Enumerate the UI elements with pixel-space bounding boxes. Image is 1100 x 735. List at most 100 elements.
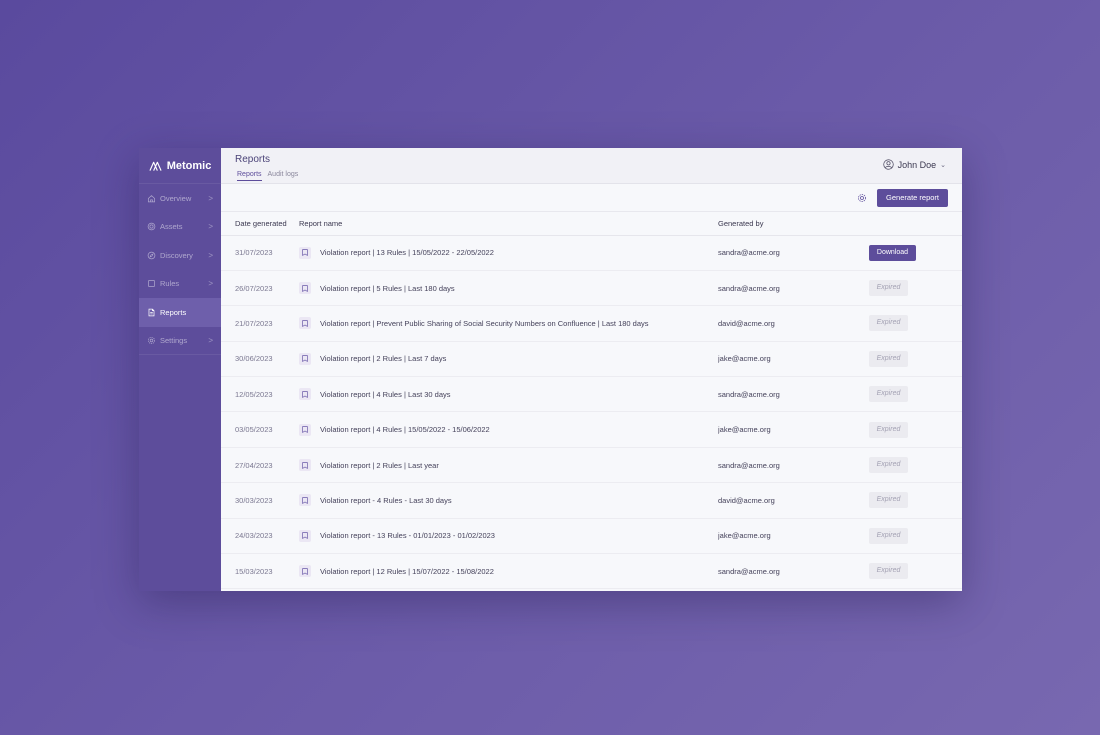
column-header-generated-by: Generated by [718, 212, 869, 236]
sidebar-item-discovery[interactable]: Discovery > [139, 241, 221, 270]
bookmark-icon [299, 459, 311, 472]
expired-badge: Expired [869, 421, 908, 438]
row-date: 31/07/2023 [221, 235, 299, 271]
row-action: Expired [869, 305, 962, 342]
sidebar-item-label: Settings [160, 335, 188, 345]
expired-badge: Expired [869, 350, 908, 367]
report-name-text[interactable]: Violation report | 4 Rules | 15/05/2022 … [320, 425, 490, 434]
expired-badge: Expired [869, 315, 908, 332]
row-report-name: Violation report | 12 Rules | 15/07/2022… [299, 553, 718, 590]
table-row: 26/07/2023 Violation report | 5 Rules | L… [221, 270, 962, 307]
compass-icon [147, 251, 156, 260]
expired-badge: Expired [869, 457, 908, 474]
document-icon [147, 308, 156, 317]
row-action: Expired [869, 518, 962, 555]
row-report-name: Violation report - 4 Rules - Last 30 day… [299, 482, 718, 519]
bookmark-icon [299, 423, 311, 436]
settings-gear-icon[interactable] [857, 193, 867, 203]
sidebar-item-overview[interactable]: Overview > [139, 184, 221, 213]
report-name-text[interactable]: Violation report - 13 Rules - 01/01/2023… [320, 531, 495, 540]
row-date: 27/04/2023 [221, 447, 299, 484]
user-name: John Doe [897, 159, 937, 170]
row-generated-by: jake@acme.org [718, 411, 869, 448]
expired-badge: Expired [869, 386, 908, 403]
row-action: Expired [869, 553, 962, 590]
brand-name: Metomic [166, 159, 212, 172]
table-row: 31/07/2023 Violation report | 13 Rules | … [221, 235, 962, 271]
row-action: Expired [869, 411, 962, 448]
chevron-down-icon: ⌄ [940, 161, 946, 169]
row-report-name: Violation report | 13 Rules | 15/05/2022… [299, 235, 718, 271]
row-action: Download [869, 235, 962, 271]
reports-table: Date generated Report name Generated by … [221, 212, 962, 590]
toolbar: Generate report [221, 184, 962, 212]
row-action: Expired [869, 447, 962, 484]
row-date: 12/05/2023 [221, 376, 299, 413]
bookmark-icon [299, 317, 311, 330]
user-menu[interactable]: John Doe ⌄ [882, 159, 946, 170]
table-row: 03/05/2023 Violation report | 4 Rules | 1… [221, 411, 962, 448]
row-date: 24/03/2023 [221, 518, 299, 555]
column-header-action [869, 212, 962, 236]
sidebar-item-label: Discovery [160, 250, 193, 260]
subtabs: Reports Audit logs [237, 171, 298, 181]
row-generated-by: sandra@acme.org [718, 270, 869, 307]
row-generated-by: sandra@acme.org [718, 553, 869, 590]
row-report-name: Violation report | 4 Rules | 15/05/2022 … [299, 411, 718, 448]
row-report-name: Violation report | 5 Rules | Last 180 da… [299, 270, 718, 307]
chevron-right-icon: > [208, 335, 213, 345]
row-date: 03/05/2023 [221, 411, 299, 448]
brand-logo[interactable]: Metomic [139, 148, 221, 184]
expired-badge: Expired [869, 280, 908, 297]
main-content: Reports Reports Audit logs John Doe ⌄ Ge… [221, 148, 962, 591]
tab-reports[interactable]: Reports [237, 171, 262, 181]
report-name-text[interactable]: Violation report - 4 Rules - Last 30 day… [320, 496, 452, 505]
report-name-text[interactable]: Violation report | 2 Rules | Last 7 days [320, 354, 446, 363]
tab-audit-logs[interactable]: Audit logs [268, 171, 299, 181]
bookmark-icon [299, 494, 311, 507]
expired-badge: Expired [869, 563, 908, 580]
row-report-name: Violation report - 13 Rules - 01/01/2023… [299, 518, 718, 555]
table-header-row: Date generated Report name Generated by [221, 212, 962, 236]
user-avatar-icon [882, 159, 894, 170]
sidebar-item-settings[interactable]: Settings > [139, 327, 221, 355]
sidebar-item-reports[interactable]: Reports [139, 298, 221, 327]
report-name-text[interactable]: Violation report | 13 Rules | 15/05/2022… [320, 248, 494, 257]
row-report-name: Violation report | 2 Rules | Last year [299, 447, 718, 484]
row-date: 30/03/2023 [221, 482, 299, 519]
chevron-right-icon: > [208, 222, 213, 232]
bookmark-icon [299, 388, 311, 401]
report-name-text[interactable]: Violation report | 5 Rules | Last 180 da… [320, 284, 455, 293]
table-row: 24/03/2023 Violation report - 13 Rules - … [221, 518, 962, 555]
report-name-text[interactable]: Violation report | Prevent Public Sharin… [320, 319, 649, 328]
row-generated-by: sandra@acme.org [718, 376, 869, 413]
bookmark-icon [299, 352, 311, 365]
sidebar-item-label: Overview [160, 193, 192, 203]
download-button[interactable]: Download [869, 244, 916, 261]
row-action: Expired [869, 376, 962, 413]
expired-badge: Expired [869, 492, 908, 509]
report-name-text[interactable]: Violation report | 2 Rules | Last year [320, 461, 439, 470]
expired-badge: Expired [869, 527, 908, 544]
table-row: 15/03/2023 Violation report | 12 Rules | … [221, 553, 962, 590]
sidebar-item-assets[interactable]: Assets > [139, 213, 221, 242]
column-header-name: Report name [299, 212, 718, 236]
page-header: Reports Reports Audit logs John Doe ⌄ [221, 148, 962, 184]
row-generated-by: sandra@acme.org [718, 447, 869, 484]
row-action: Expired [869, 341, 962, 378]
sidebar-item-rules[interactable]: Rules > [139, 270, 221, 299]
table-row: 27/04/2023 Violation report | 2 Rules | L… [221, 447, 962, 484]
generate-report-button[interactable]: Generate report [877, 188, 948, 207]
table-row: 30/03/2023 Violation report - 4 Rules - L… [221, 482, 962, 519]
app-window: Metomic Overview > Assets > Discovery > [139, 148, 962, 591]
row-date: 30/06/2023 [221, 341, 299, 378]
row-report-name: Violation report | Prevent Public Sharin… [299, 305, 718, 342]
bookmark-icon [299, 282, 311, 295]
row-date: 15/03/2023 [221, 553, 299, 590]
row-generated-by: jake@acme.org [718, 341, 869, 378]
gear-icon [147, 336, 156, 345]
row-generated-by: jake@acme.org [718, 518, 869, 555]
sidebar-item-label: Reports [160, 307, 187, 317]
report-name-text[interactable]: Violation report | 4 Rules | Last 30 day… [320, 390, 451, 399]
report-name-text[interactable]: Violation report | 12 Rules | 15/07/2022… [320, 567, 494, 576]
